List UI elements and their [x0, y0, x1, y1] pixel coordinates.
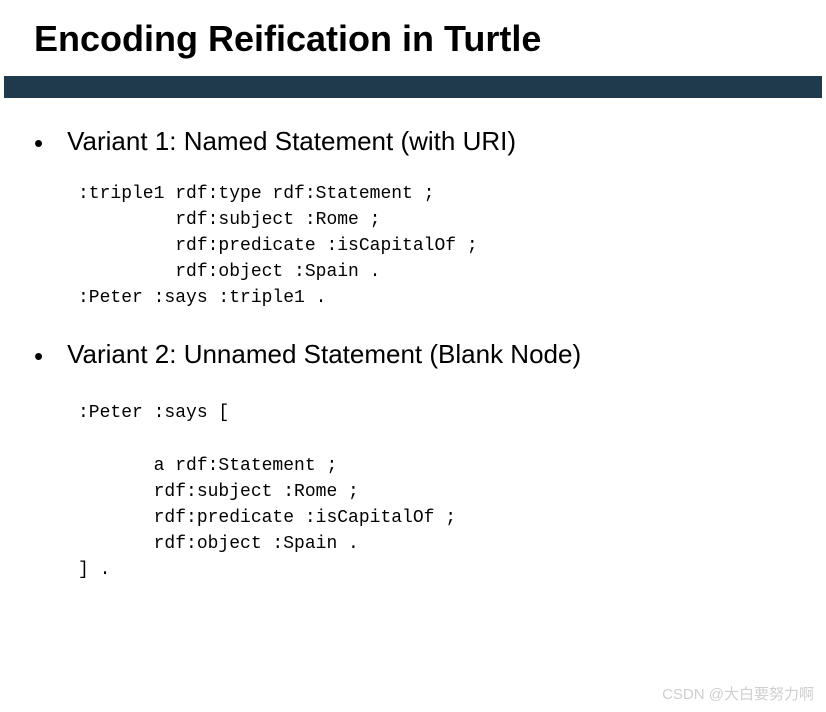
bullet-text-1: Variant 1: Named Statement (with URI) — [67, 126, 516, 157]
bullet-dot-icon: • — [34, 343, 43, 369]
bullet-variant-1: • Variant 1: Named Statement (with URI) — [34, 126, 792, 157]
bullet-variant-2: • Variant 2: Unnamed Statement (Blank No… — [34, 339, 792, 370]
code-block-2: :Peter :says [ a rdf:Statement ; rdf:sub… — [78, 400, 792, 583]
title-divider — [4, 76, 822, 98]
code-block-1: :triple1 rdf:type rdf:Statement ; rdf:su… — [78, 181, 792, 311]
bullet-text-2: Variant 2: Unnamed Statement (Blank Node… — [67, 339, 581, 370]
watermark: CSDN @大白要努力啊 — [662, 683, 814, 704]
slide-title: Encoding Reification in Turtle — [0, 0, 826, 76]
bullet-dot-icon: • — [34, 130, 43, 156]
slide-content: • Variant 1: Named Statement (with URI) … — [0, 98, 826, 583]
